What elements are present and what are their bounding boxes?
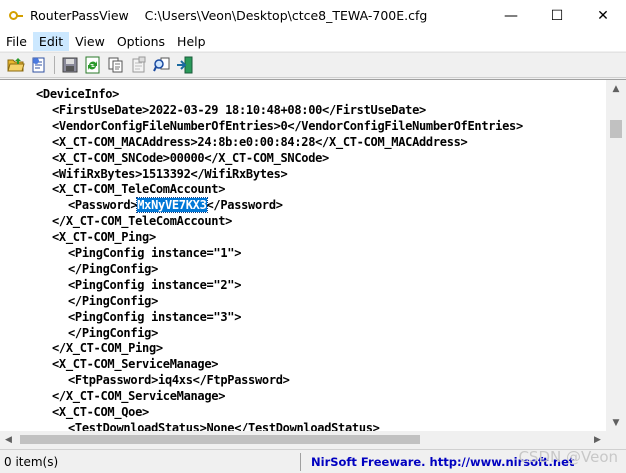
- menu-edit[interactable]: Edit: [32, 31, 70, 51]
- xml-line: <X_CT-COM_MACAddress>24:8b:e0:00:84:28</…: [52, 134, 468, 149]
- xml-line: <TestDownloadStatus>None</TestDownloadSt…: [68, 420, 380, 431]
- exit-icon[interactable]: [175, 55, 195, 75]
- xml-line: <PingConfig instance="1">: [68, 246, 242, 260]
- menu-bar: File Edit View Options Help: [0, 31, 626, 51]
- xml-line: <X_CT-COM_Qoe>: [52, 405, 149, 419]
- xml-line: <PingConfig instance="3">: [68, 309, 242, 324]
- scroll-left-icon[interactable]: ◀: [0, 431, 17, 448]
- title-bar: RouterPassView C:\Users\Veon\Desktop\ctc…: [0, 0, 626, 31]
- xml-line: </X_CT-COM_TeleComAccount>: [52, 214, 233, 229]
- menu-file[interactable]: File: [0, 32, 33, 51]
- open-folder-icon[interactable]: [6, 55, 26, 75]
- xml-line: <VendorConfigFileNumberOfEntries>0</Vend…: [52, 118, 523, 133]
- menu-options[interactable]: Options: [111, 32, 171, 51]
- watermark: CSDN @Veon: [518, 448, 618, 466]
- open-file-icon[interactable]: [29, 55, 49, 75]
- xml-line: <X_CT-COM_TeleComAccount>: [52, 182, 226, 197]
- vertical-scroll-thumb[interactable]: [610, 120, 622, 138]
- key-icon: [8, 8, 24, 24]
- toolbar: [0, 52, 626, 78]
- vertical-scrollbar[interactable]: ▲ ▼: [606, 80, 626, 431]
- toolbar-separator: [54, 56, 55, 74]
- xml-line: <X_CT-COM_Ping>: [52, 230, 156, 245]
- xml-line: </X_CT-COM_ServiceManage>: [52, 389, 226, 404]
- scrollbar-corner: [606, 431, 626, 448]
- xml-line: <DeviceInfo>: [36, 87, 120, 101]
- xml-line: <X_CT-COM_ServiceManage>: [52, 357, 219, 372]
- status-divider: [300, 453, 301, 471]
- find-icon[interactable]: [152, 55, 172, 75]
- save-icon[interactable]: [60, 55, 80, 75]
- xml-line: </X_CT-COM_Ping>: [52, 341, 163, 356]
- refresh-icon[interactable]: [83, 55, 103, 75]
- selected-password[interactable]: MxNyVE7KX3: [136, 197, 208, 214]
- xml-line: <WifiRxBytes>1513392</WifiRxBytes>: [52, 166, 288, 181]
- xml-line: <X_CT-COM_SNCode>00000</X_CT-COM_SNCode>: [52, 150, 329, 165]
- xml-line: </PingConfig>: [68, 261, 159, 276]
- xml-text-area[interactable]: <DeviceInfo> <FirstUseDate>2022-03-29 18:…: [0, 80, 606, 431]
- window-title: RouterPassView C:\Users\Veon\Desktop\ctc…: [30, 8, 428, 23]
- scroll-right-icon[interactable]: ▶: [589, 431, 606, 448]
- horizontal-scroll-thumb[interactable]: [20, 435, 420, 444]
- scroll-down-icon[interactable]: ▼: [606, 414, 626, 431]
- xml-line: <PingConfig instance="2">: [68, 277, 242, 292]
- xml-line: <FirstUseDate>2022-03-29 18:10:48+08:00<…: [52, 102, 426, 117]
- minimize-button[interactable]: —: [488, 0, 534, 31]
- maximize-button[interactable]: ☐: [534, 0, 580, 31]
- xml-text-view[interactable]: <DeviceInfo> <FirstUseDate>2022-03-29 18:…: [0, 79, 626, 431]
- properties-icon[interactable]: [129, 55, 149, 75]
- scroll-up-icon[interactable]: ▲: [606, 80, 626, 97]
- horizontal-scrollbar[interactable]: ◀ ▶: [0, 431, 606, 448]
- menu-help[interactable]: Help: [171, 32, 212, 51]
- copy-icon[interactable]: [106, 55, 126, 75]
- menu-view[interactable]: View: [69, 32, 111, 51]
- item-count: 0 item(s): [4, 455, 59, 469]
- xml-line: <FtpPassword>iq4xs</FtpPassword>: [68, 373, 290, 388]
- xml-line: <Password>MxNyVE7KX3</Password>: [68, 197, 283, 214]
- xml-line: </PingConfig>: [68, 293, 159, 308]
- xml-line: </PingConfig>: [68, 325, 159, 340]
- close-button[interactable]: ✕: [580, 0, 626, 31]
